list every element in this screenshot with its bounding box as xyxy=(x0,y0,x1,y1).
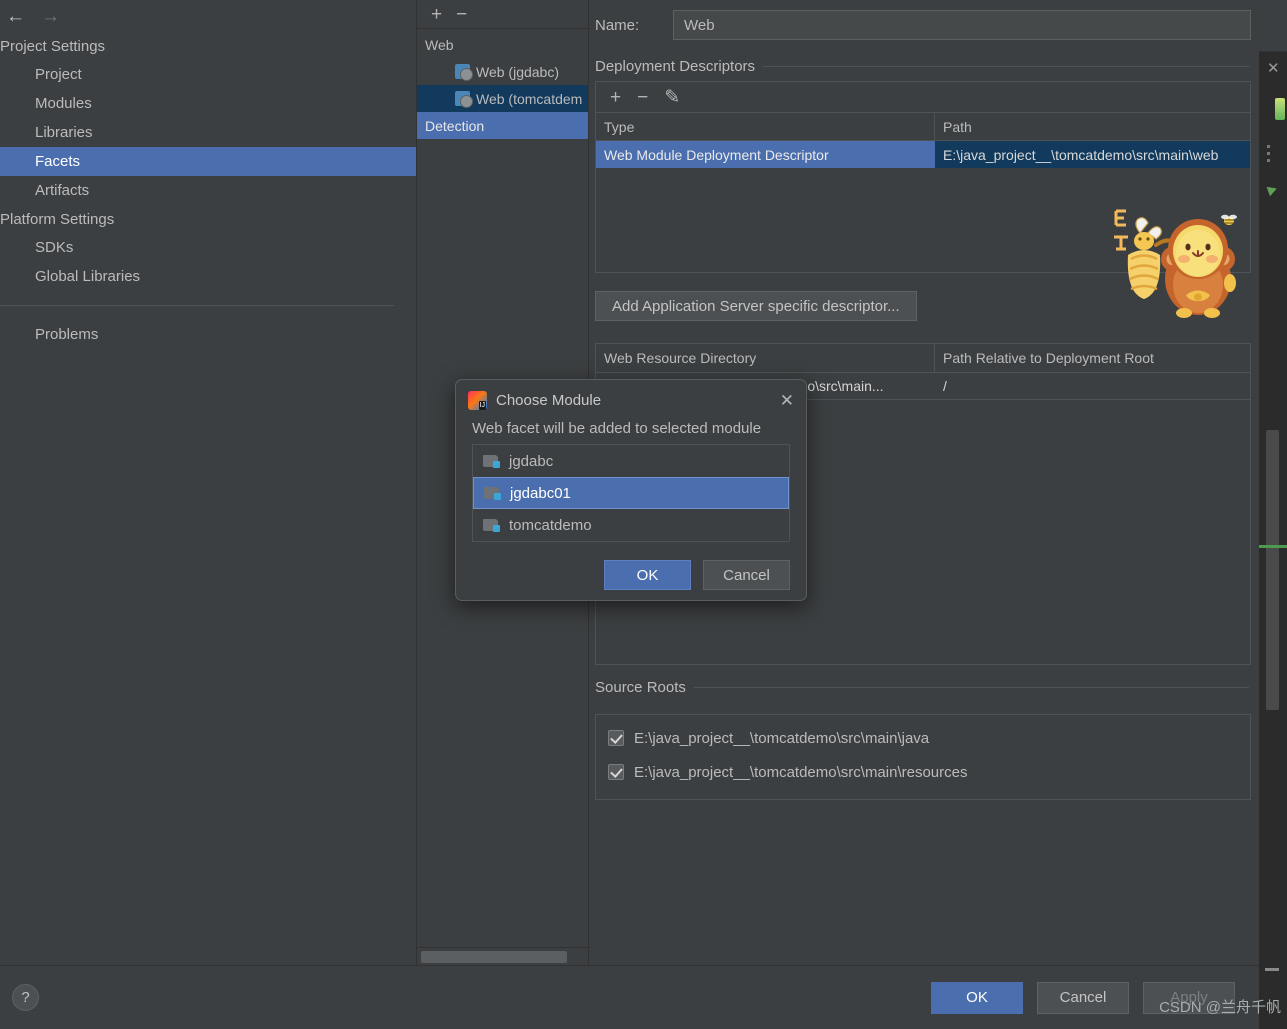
section-divider xyxy=(763,66,1249,67)
facet-tree-horizontal-scrollbar[interactable] xyxy=(417,947,588,965)
relative-path-cell[interactable]: / xyxy=(935,373,1250,399)
column-header-path-relative-to-deployment-root[interactable]: Path Relative to Deployment Root xyxy=(935,344,1250,372)
ok-button[interactable]: OK xyxy=(931,981,1023,1014)
tree-node-label: Web (jgdabc) xyxy=(476,63,560,80)
sidebar-group-project-settings: Project Settings xyxy=(0,37,106,55)
background-scrollbar[interactable] xyxy=(1266,430,1279,710)
tree-node-web-tomcatdemo[interactable]: Web (tomcatdem xyxy=(417,85,588,112)
watermark-text: CSDN @兰舟千帆 xyxy=(1159,999,1281,1016)
list-item[interactable]: jgdabc xyxy=(473,445,789,477)
inspection-marker-icon xyxy=(1275,98,1285,120)
source-root-label: E:\java_project__\tomcatdemo\src\main\re… xyxy=(634,763,968,781)
module-list: jgdabc jgdabc01 tomcatdemo xyxy=(472,444,790,542)
dialog-title: Choose Module xyxy=(496,391,602,409)
source-root-row[interactable]: E:\java_project__\tomcatdemo\src\main\re… xyxy=(596,755,1250,789)
section-title: Deployment Descriptors xyxy=(595,58,756,75)
web-facet-icon xyxy=(455,64,473,81)
module-folder-icon xyxy=(484,486,501,500)
remove-descriptor-icon[interactable]: − xyxy=(637,88,648,107)
module-folder-icon xyxy=(483,454,500,468)
gutter-dots-icon xyxy=(1267,145,1271,171)
module-folder-icon xyxy=(483,518,500,532)
source-roots-panel: E:\java_project__\tomcatdemo\src\main\ja… xyxy=(595,714,1251,800)
column-header-type[interactable]: Type xyxy=(596,113,935,140)
arrow-right-icon[interactable]: → xyxy=(41,7,60,26)
sidebar-item-artifacts[interactable]: Artifacts xyxy=(0,176,416,205)
table-row[interactable]: Web Module Deployment Descriptor E:\java… xyxy=(596,141,1250,168)
list-item[interactable]: jgdabc01 xyxy=(473,477,789,509)
navigation-arrows: ← → xyxy=(0,0,416,32)
choose-module-dialog: Choose Module ✕ Web facet will be added … xyxy=(455,379,807,601)
sidebar-item-project[interactable]: Project xyxy=(0,60,416,89)
tree-node-web-root[interactable]: Web xyxy=(417,31,588,58)
module-label: jgdabc01 xyxy=(510,484,571,502)
tree-node-label: Web (tomcatdem xyxy=(476,90,583,107)
sidebar-group-platform-settings: Platform Settings xyxy=(0,210,115,228)
add-application-server-descriptor-button[interactable]: Add Application Server specific descript… xyxy=(595,291,917,321)
deployment-descriptors-header: Deployment Descriptors xyxy=(589,50,1259,81)
facet-name-label: Name: xyxy=(595,16,640,34)
close-icon[interactable]: ✕ xyxy=(1267,61,1281,76)
column-header-web-resource-directory[interactable]: Web Resource Directory xyxy=(596,344,935,372)
web-facet-icon xyxy=(455,91,473,108)
settings-sidebar: ← → Project Settings Project Modules Lib… xyxy=(0,0,417,965)
help-button[interactable]: ? xyxy=(12,984,39,1011)
vcs-change-marker xyxy=(1259,545,1287,548)
sidebar-item-global-libraries[interactable]: Global Libraries xyxy=(0,262,416,291)
sidebar-item-problems[interactable]: Problems xyxy=(0,320,416,349)
choose-module-buttons: OK Cancel xyxy=(456,542,806,590)
dialog-footer: ? OK Cancel Apply xyxy=(0,965,1259,1029)
sidebar-divider xyxy=(0,305,394,306)
source-roots-header: Source Roots xyxy=(589,665,1259,702)
source-root-row[interactable]: E:\java_project__\tomcatdemo\src\main\ja… xyxy=(596,721,1250,755)
background-editor-tabstrip xyxy=(1257,0,1287,52)
choose-module-subtitle: Web facet will be added to selected modu… xyxy=(472,420,762,437)
tree-node-detection[interactable]: Detection xyxy=(417,112,588,139)
facet-name-row: Name: xyxy=(589,0,1259,50)
module-label: tomcatdemo xyxy=(509,516,592,534)
section-divider xyxy=(693,687,1249,688)
choose-module-cancel-button[interactable]: Cancel xyxy=(703,560,790,590)
tree-node-label: Detection xyxy=(425,117,485,134)
cancel-button[interactable]: Cancel xyxy=(1037,981,1129,1014)
checkbox-checked-icon[interactable] xyxy=(608,730,624,746)
list-item[interactable]: tomcatdemo xyxy=(473,509,789,541)
arrow-left-icon[interactable]: ← xyxy=(6,7,25,26)
descriptor-path-cell[interactable]: E:\java_project__\tomcatdemo\src\main\we… xyxy=(935,141,1250,168)
tree-node-label: Web xyxy=(425,36,454,53)
module-label: jgdabc xyxy=(509,452,554,470)
add-descriptor-icon[interactable]: + xyxy=(610,88,621,107)
sidebar-item-facets[interactable]: Facets xyxy=(0,147,416,176)
choose-module-ok-button[interactable]: OK xyxy=(604,560,691,590)
remove-facet-icon[interactable]: − xyxy=(456,5,467,24)
background-status-marker xyxy=(1265,968,1279,971)
facet-name-input[interactable] xyxy=(673,10,1251,40)
tree-node-web-jgdabc[interactable]: Web (jgdabc) xyxy=(417,58,588,85)
facet-tree-toolbar: + − xyxy=(417,0,588,29)
section-title: Source Roots xyxy=(595,679,686,696)
checkbox-checked-icon[interactable] xyxy=(608,764,624,780)
choose-module-titlebar: Choose Module ✕ xyxy=(456,380,806,420)
scrollbar-thumb[interactable] xyxy=(421,951,567,963)
descriptors-table-header: Type Path xyxy=(596,113,1250,141)
source-root-label: E:\java_project__\tomcatdemo\src\main\ja… xyxy=(634,729,930,747)
web-resources-table-header: Web Resource Directory Path Relative to … xyxy=(596,344,1250,373)
sidebar-item-sdks[interactable]: SDKs xyxy=(0,233,416,262)
close-icon[interactable]: ✕ xyxy=(780,392,794,409)
deployment-descriptors-toolbar: + − ✎ xyxy=(596,82,1250,113)
sidebar-item-libraries[interactable]: Libraries xyxy=(0,118,416,147)
deployment-descriptors-panel: + − ✎ Type Path Web Module Deployment De… xyxy=(595,81,1251,273)
add-facet-icon[interactable]: + xyxy=(431,5,442,24)
intellij-idea-icon xyxy=(468,390,487,410)
sidebar-item-modules[interactable]: Modules xyxy=(0,89,416,118)
edit-descriptor-icon[interactable]: ✎ xyxy=(664,88,680,107)
descriptors-table-body xyxy=(596,168,1250,272)
column-header-path[interactable]: Path xyxy=(935,113,1250,140)
descriptor-type-cell[interactable]: Web Module Deployment Descriptor xyxy=(596,141,935,168)
